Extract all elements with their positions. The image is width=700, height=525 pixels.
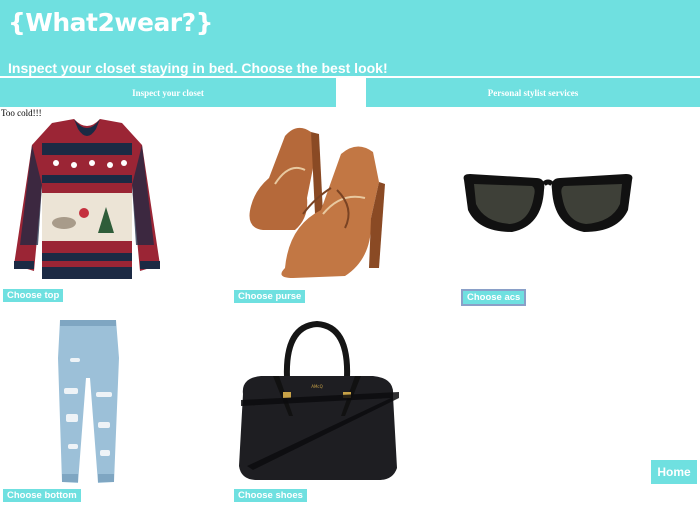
choose-shoes-button[interactable]: Choose shoes: [233, 488, 308, 503]
christmas-sweater-icon: [14, 119, 160, 279]
site-tagline: Inspect your closet staying in bed. Choo…: [8, 60, 388, 76]
site-header: {What2wear?} Inspect your closet staying…: [0, 0, 700, 76]
oxford-heels-icon: [249, 127, 385, 278]
choose-purse-button[interactable]: Choose purse: [233, 289, 307, 304]
choose-top-button[interactable]: Choose top: [2, 288, 65, 303]
bag-brand-logo: AMcQ: [311, 384, 323, 389]
nav-tab-inspect-closet[interactable]: Inspect your closet: [0, 78, 336, 107]
ripped-jeans-icon: [58, 320, 119, 483]
choose-bottom-button[interactable]: Choose bottom: [2, 488, 82, 503]
black-handbag-icon: AMcQ: [239, 320, 399, 480]
home-button[interactable]: Home: [651, 460, 697, 484]
choose-acs-button[interactable]: Choose acs: [461, 289, 527, 306]
site-logo: {What2wear?}: [8, 8, 213, 37]
nav-tab-stylist-services[interactable]: Personal stylist services: [366, 78, 700, 107]
sunglasses-icon: [463, 174, 633, 232]
